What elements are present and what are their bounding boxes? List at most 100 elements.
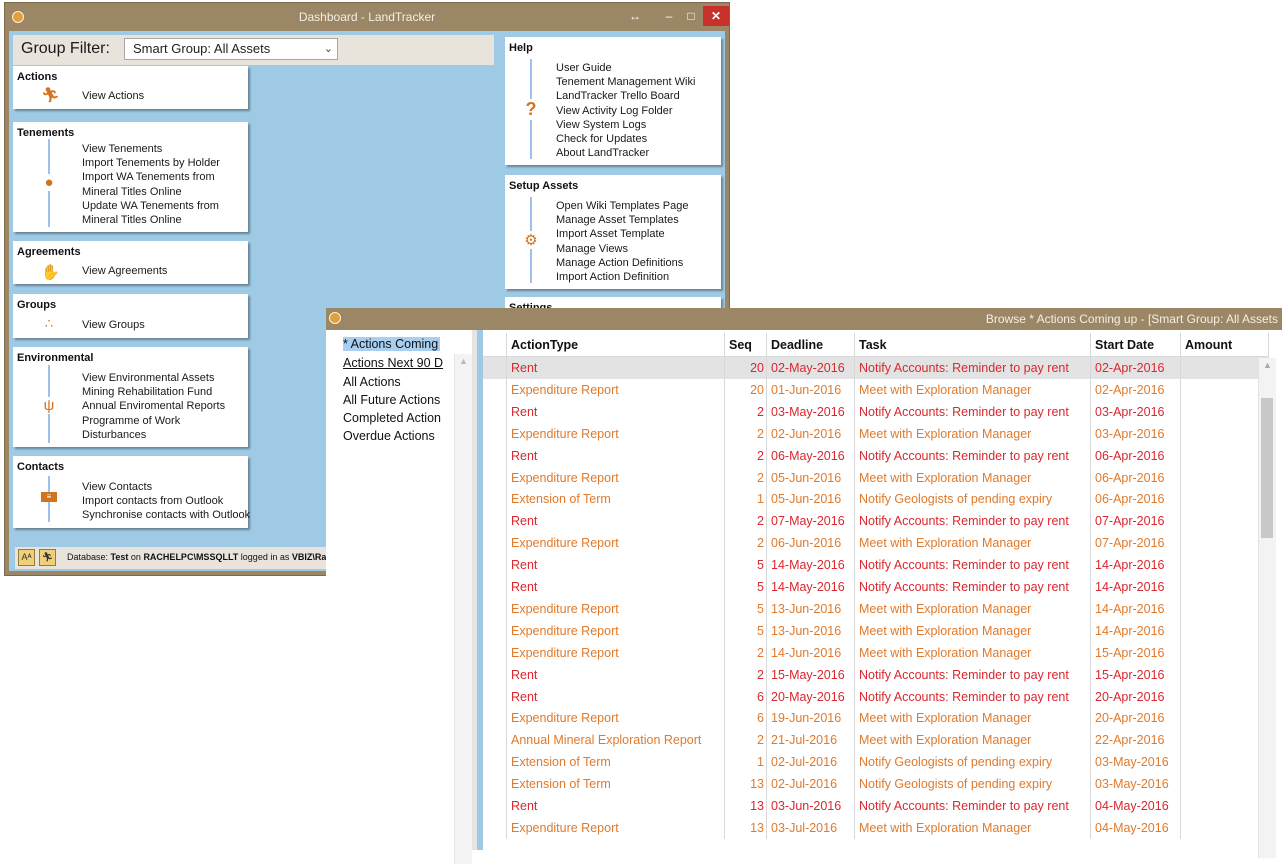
column-header[interactable]: Seq [725,333,767,357]
row-indicator[interactable] [483,466,507,489]
row-indicator[interactable] [483,729,507,752]
table-row[interactable]: Rent 2 03-May-2016 Notify Accounts: Reminde… [483,400,1269,423]
table-row[interactable]: Expenditure Report 5 13-Jun-2016 Meet with … [483,597,1269,620]
link-import-wa-tenements-2[interactable]: Mineral Titles Online [82,185,220,199]
link-import-asset-template[interactable]: Import Asset Template [556,227,688,241]
row-indicator[interactable] [483,378,507,401]
row-indicator[interactable] [483,751,507,774]
link-import-action-definition[interactable]: Import Action Definition [556,270,688,284]
resize-icon[interactable]: ↔ [625,6,645,26]
row-indicator[interactable] [483,357,507,379]
table-row[interactable]: Extension of Term 13 02-Jul-2016 Notify Geo… [483,773,1269,796]
close-button[interactable]: ✕ [703,6,729,26]
link-manage-action-definitions[interactable]: Manage Action Definitions [556,256,688,270]
row-indicator[interactable] [483,422,507,445]
view-item[interactable]: All Future Actions [343,393,440,407]
table-row[interactable]: Rent 20 02-May-2016 Notify Accounts: Remind… [483,357,1269,379]
row-indicator[interactable] [483,444,507,467]
view-item[interactable]: Completed Action [343,411,441,425]
row-indicator[interactable] [483,488,507,511]
activity-button[interactable]: 🏃︎ [39,549,56,566]
table-row[interactable]: Expenditure Report 2 02-Jun-2016 Meet with … [483,422,1269,445]
table-row[interactable]: Annual Mineral Exploration Report 2 21-Jul… [483,729,1269,752]
link-check-updates[interactable]: Check for Updates [556,132,695,146]
link-view-groups[interactable]: View Groups [82,319,145,331]
link-trello-board[interactable]: LandTracker Trello Board [556,89,695,103]
row-indicator[interactable] [483,795,507,817]
view-item[interactable]: Actions Next 90 D [343,356,443,370]
table-row[interactable]: Extension of Term 1 02-Jul-2016 Notify Geol… [483,751,1269,774]
link-view-tenements[interactable]: View Tenements [82,142,220,156]
view-item[interactable]: Overdue Actions [343,429,435,443]
table-row[interactable]: Expenditure Report 2 06-Jun-2016 Meet with … [483,532,1269,555]
table-row[interactable]: Extension of Term 1 05-Jun-2016 Notify Geol… [483,488,1269,511]
link-about[interactable]: About LandTracker [556,146,695,160]
link-activity-log-folder[interactable]: View Activity Log Folder [556,104,695,118]
link-import-wa-tenements[interactable]: Import WA Tenements from [82,170,220,184]
view-item[interactable]: All Actions [343,375,401,389]
table-row[interactable]: Rent 13 03-Jun-2016 Notify Accounts: Remind… [483,795,1269,817]
row-indicator[interactable] [483,510,507,533]
row-indicator[interactable] [483,576,507,598]
table-row[interactable]: Expenditure Report 2 14-Jun-2016 Meet with … [483,641,1269,664]
link-view-contacts[interactable]: View Contacts [82,480,250,494]
link-manage-views[interactable]: Manage Views [556,242,688,256]
scroll-thumb[interactable] [1261,398,1273,538]
link-view-environmental-assets[interactable]: View Environmental Assets [82,371,225,385]
browse-titlebar[interactable]: Browse * Actions Coming up - [Smart Grou… [326,308,1282,330]
table-row[interactable]: Rent 2 06-May-2016 Notify Accounts: Reminde… [483,444,1269,467]
link-update-wa-tenements-2[interactable]: Mineral Titles Online [82,213,220,227]
row-indicator[interactable] [483,685,507,708]
row-indicator[interactable] [483,597,507,620]
maximize-button[interactable]: □ [681,6,701,26]
view-item[interactable]: * Actions Coming [343,337,441,351]
row-indicator[interactable] [483,816,507,839]
row-indicator[interactable] [483,663,507,686]
minimize-button[interactable]: – [659,6,679,26]
table-row[interactable]: Rent 5 14-May-2016 Notify Accounts: Reminde… [483,554,1269,577]
row-indicator[interactable] [483,707,507,730]
column-header[interactable]: Amount [1181,333,1269,357]
link-view-actions[interactable]: View Actions [82,90,144,102]
link-system-logs[interactable]: View System Logs [556,118,695,132]
column-header[interactable]: ActionType [507,333,725,357]
views-scrollbar[interactable]: ▲ [454,354,472,864]
row-indicator[interactable] [483,773,507,796]
link-tenement-management-wiki[interactable]: Tenement Management Wiki [556,75,695,89]
link-disturbances[interactable]: Disturbances [82,428,225,442]
row-indicator[interactable] [483,400,507,423]
grid-scrollbar[interactable]: ▲ [1258,358,1276,858]
table-row[interactable]: Expenditure Report 5 13-Jun-2016 Meet with … [483,619,1269,642]
scroll-up-icon[interactable]: ▲ [459,356,468,366]
link-manage-asset-templates[interactable]: Manage Asset Templates [556,213,688,227]
link-import-tenements-by-holder[interactable]: Import Tenements by Holder [82,156,220,170]
column-header[interactable]: Task [855,333,1091,357]
link-annual-enviromental-reports[interactable]: Annual Enviromental Reports [82,399,225,413]
link-user-guide[interactable]: User Guide [556,61,695,75]
table-row[interactable]: Expenditure Report 20 01-Jun-2016 Meet with… [483,378,1269,401]
row-indicator[interactable] [483,532,507,555]
table-row[interactable]: Rent 6 20-May-2016 Notify Accounts: Reminde… [483,685,1269,708]
table-row[interactable]: Expenditure Report 6 19-Jun-2016 Meet with … [483,707,1269,730]
link-import-contacts-outlook[interactable]: Import contacts from Outlook [82,494,250,508]
table-row[interactable]: Rent 2 07-May-2016 Notify Accounts: Reminde… [483,510,1269,533]
chevron-down-icon[interactable]: ⌄ [324,39,333,59]
row-indicator[interactable] [483,619,507,642]
group-filter-select[interactable]: Smart Group: All Assets ⌄ [124,38,338,60]
row-indicator[interactable] [483,554,507,577]
link-wiki-templates[interactable]: Open Wiki Templates Page [556,199,688,213]
row-indicator[interactable] [483,641,507,664]
table-row[interactable]: Rent 2 15-May-2016 Notify Accounts: Reminde… [483,663,1269,686]
table-row[interactable]: Expenditure Report 13 03-Jul-2016 Meet with… [483,816,1269,839]
grid-corner[interactable] [483,333,507,357]
column-header[interactable]: Deadline [767,333,855,357]
link-sync-contacts-outlook[interactable]: Synchronise contacts with Outlook [82,508,250,522]
link-mining-rehabilitation-fund[interactable]: Mining Rehabilitation Fund [82,385,225,399]
table-row[interactable]: Rent 5 14-May-2016 Notify Accounts: Reminde… [483,576,1269,598]
link-update-wa-tenements[interactable]: Update WA Tenements from [82,199,220,213]
link-view-agreements[interactable]: View Agreements [82,265,167,277]
scroll-up-icon[interactable]: ▲ [1263,360,1272,370]
link-programme-of-work[interactable]: Programme of Work [82,414,225,428]
table-row[interactable]: Expenditure Report 2 05-Jun-2016 Meet with … [483,466,1269,489]
column-header[interactable]: Start Date [1091,333,1181,357]
